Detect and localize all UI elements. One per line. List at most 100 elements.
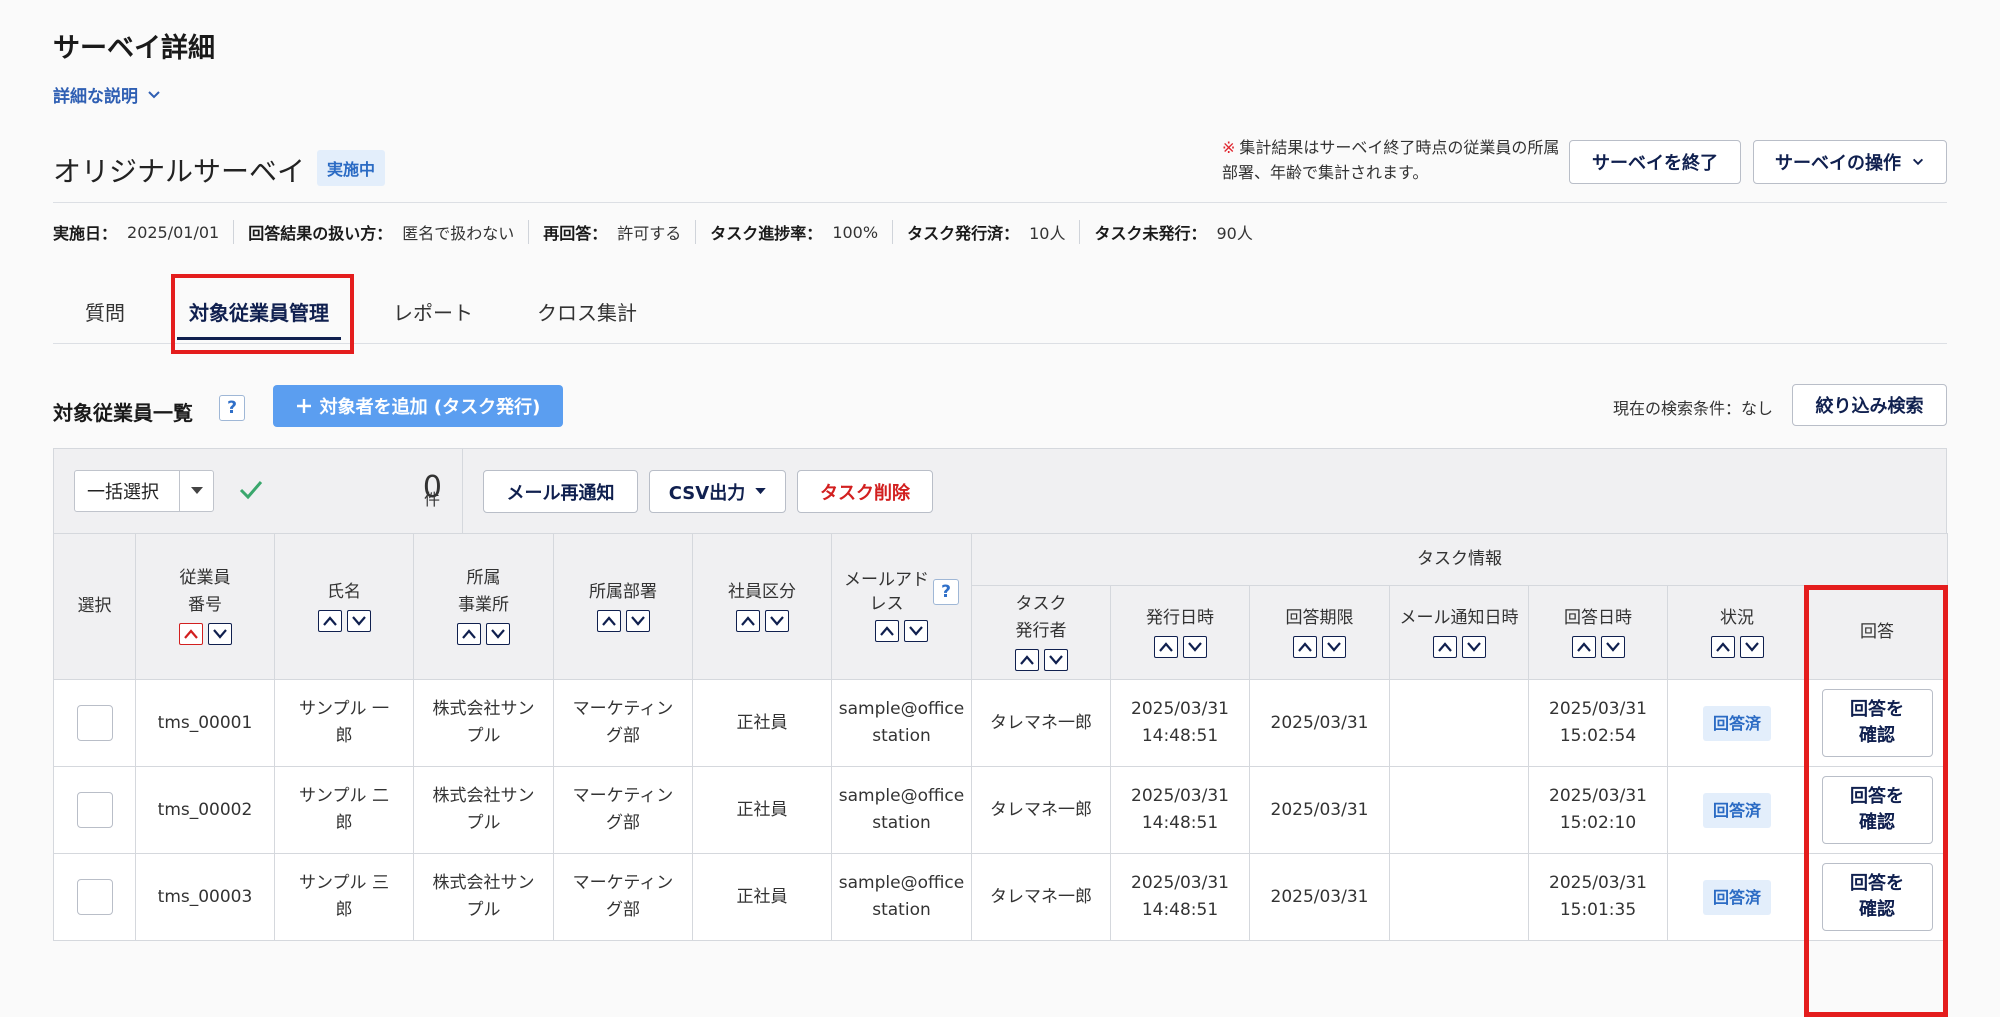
sort-down-icon[interactable]	[625, 609, 650, 632]
end-survey-button[interactable]: サーベイを終了	[1569, 140, 1741, 184]
cell-status: 回答済	[1667, 679, 1807, 767]
header-type-label: 社員区分	[728, 581, 796, 602]
meta-value: 匿名で扱わない	[402, 224, 515, 243]
delete-task-button[interactable]: タスク削除	[797, 470, 933, 513]
header-issued-at: 発行日時	[1110, 585, 1250, 680]
caret-down-icon	[755, 488, 766, 495]
aggregation-notice: ※ 集計結果はサーベイ終了時点の従業員の所属部署、年齢で集計されます。	[1222, 135, 1562, 185]
tab-questions[interactable]: 質問	[53, 280, 157, 342]
row-checkbox[interactable]	[76, 792, 113, 828]
tab-report[interactable]: レポート	[361, 280, 505, 342]
sort-down-icon[interactable]	[1322, 635, 1346, 658]
sort-controls	[1293, 635, 1346, 658]
header-email: メールアド レス?	[831, 533, 972, 680]
bulk-select-label: 一括選択	[87, 482, 159, 503]
table-row: tms_00001 サンプル 一 郎株式会社サン プル マーケティン グ部 正社員 sa…	[53, 679, 1949, 767]
sort-up-icon[interactable]	[596, 609, 621, 632]
sort-up-icon[interactable]	[1293, 635, 1317, 658]
filter-search-button[interactable]: 絞り込み検索	[1792, 384, 1947, 426]
sort-down-icon[interactable]	[1600, 635, 1625, 658]
csv-export-button[interactable]: CSV出力	[649, 470, 786, 513]
sort-up-icon[interactable]	[1571, 635, 1596, 658]
sort-down-icon[interactable]	[1739, 635, 1764, 658]
row-checkbox[interactable]	[76, 879, 113, 915]
status-badge: 回答済	[1702, 705, 1771, 741]
mail-renotify-button[interactable]: メール再通知	[483, 470, 638, 513]
confirm-answer-button[interactable]: 回答を 確認	[1821, 776, 1933, 844]
confirm-answer-button[interactable]: 回答を 確認	[1821, 863, 1933, 931]
survey-operations-button[interactable]: サーベイの操作	[1753, 140, 1947, 184]
sort-down-icon[interactable]	[904, 620, 928, 642]
select-cell	[53, 679, 136, 767]
cell-answered-at: 2025/03/31 15:01:35	[1528, 853, 1668, 941]
sort-down-icon[interactable]	[1461, 635, 1486, 658]
cell-type: 正社員	[692, 853, 832, 941]
header-name-label: 氏名	[327, 581, 361, 602]
cell-answered-at: 2025/03/31 15:02:10	[1528, 766, 1668, 854]
sort-down-icon[interactable]	[486, 623, 510, 645]
toolbar-divider	[462, 449, 463, 533]
header-answered-at-label: 回答日時	[1564, 607, 1632, 628]
caret-down-icon	[190, 487, 203, 494]
meta-value: 2025/01/01	[127, 222, 220, 242]
sort-down-icon[interactable]	[1182, 635, 1207, 658]
sort-down-icon[interactable]	[207, 623, 232, 645]
header-answer: 回答	[1805, 585, 1949, 680]
bulk-select-dropdown[interactable]: 一括選択	[74, 470, 214, 512]
meta-key: タスク発行済：	[907, 224, 1020, 243]
search-condition: 現在の検索条件：なし	[1613, 399, 1774, 418]
sort-up-icon[interactable]	[1432, 635, 1457, 658]
meta-value: 許可する	[617, 224, 682, 243]
sort-up-icon[interactable]	[875, 620, 899, 642]
header-dept: 所属部署	[553, 533, 693, 680]
header-email-label: メールアド レス	[844, 570, 929, 614]
meta-key: 再回答：	[543, 224, 608, 243]
cell-name: サンプル 二 郎	[274, 766, 414, 854]
cell-issued-at: 2025/03/31 14:48:51	[1110, 679, 1250, 767]
cell-emp-no: tms_00002	[135, 766, 275, 854]
sort-down-icon[interactable]	[1043, 649, 1068, 671]
selected-count-unit: 件	[424, 490, 441, 509]
cell-status: 回答済	[1667, 766, 1807, 854]
notice-text: 集計結果はサーベイ終了時点の従業員の所属部署、年齢で集計されます。	[1222, 138, 1560, 182]
sort-controls	[1014, 649, 1068, 671]
cell-issuer: タレマネ一郎	[971, 679, 1111, 767]
sort-up-icon[interactable]	[317, 609, 342, 632]
sort-up-icon[interactable]	[1153, 635, 1178, 658]
sort-down-icon[interactable]	[346, 609, 371, 632]
header-office: 所属 事業所	[413, 533, 554, 680]
sort-controls	[317, 609, 371, 632]
sort-up-icon[interactable]	[178, 623, 203, 645]
meta-value: 100%	[832, 222, 879, 242]
help-icon[interactable]: ?	[933, 579, 959, 605]
sort-up-icon[interactable]	[457, 623, 481, 645]
list-title: 対象従業員一覧	[53, 401, 193, 425]
detail-toggle[interactable]: 詳細な説明	[53, 82, 162, 107]
table-row: tms_00002 サンプル 二 郎株式会社サン プル マーケティン グ部 正社員 sa…	[53, 766, 1949, 854]
cell-name: サンプル 一 郎	[274, 679, 414, 767]
select-cell	[53, 766, 136, 854]
sort-up-icon[interactable]	[1710, 635, 1735, 658]
cell-office: 株式会社サン プル	[413, 679, 554, 767]
cell-deadline: 2025/03/31	[1249, 766, 1390, 854]
header-dept-label: 所属部署	[589, 581, 657, 602]
sort-controls	[735, 609, 789, 632]
cell-mail-at	[1389, 853, 1529, 941]
row-checkbox[interactable]	[76, 705, 113, 741]
sort-controls	[457, 623, 510, 645]
sort-up-icon[interactable]	[1014, 649, 1039, 671]
meta-item: タスク進捗率： 100%	[695, 220, 892, 244]
confirm-answer-button[interactable]: 回答を 確認	[1821, 689, 1933, 757]
help-icon[interactable]: ?	[219, 395, 245, 421]
tab-highlight-frame	[171, 274, 354, 354]
cell-status: 回答済	[1667, 853, 1807, 941]
employee-table: 選択 従業員 番号 氏名 所属 事業所 所属部署 社員区分 メールアド レス? …	[53, 533, 1949, 1017]
chevron-down-icon	[1912, 158, 1924, 166]
sort-up-icon[interactable]	[735, 609, 760, 632]
cell-mail-at	[1389, 766, 1529, 854]
meta-value: 10人	[1029, 224, 1066, 243]
sort-down-icon[interactable]	[764, 609, 789, 632]
meta-item: タスク未発行： 90人	[1079, 220, 1266, 244]
add-target-button[interactable]: 対象者を追加 (タスク発行)	[273, 385, 563, 427]
tab-cross-tabulation[interactable]: クロス集計	[505, 280, 669, 342]
